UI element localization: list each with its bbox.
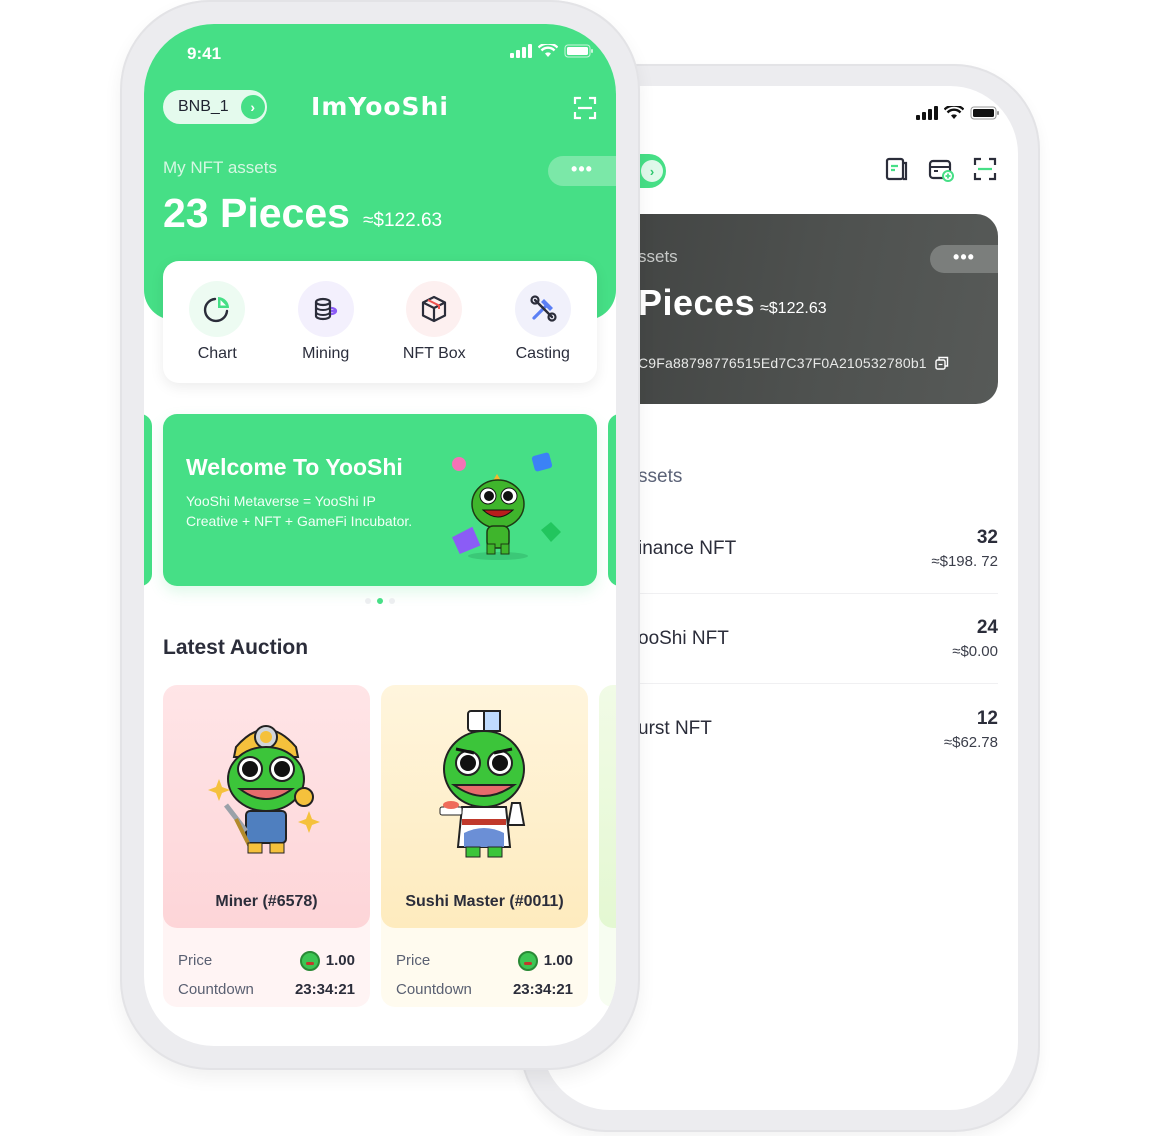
section-title: ssets xyxy=(638,466,683,487)
signal-icon xyxy=(510,44,532,58)
banner-prev-slide[interactable] xyxy=(144,414,152,586)
banner-title: Welcome To YooShi xyxy=(186,454,403,480)
asset-count: 12 xyxy=(976,707,998,729)
nft-assets-label: My NFT assets xyxy=(163,158,277,177)
chevron-right-icon: › xyxy=(641,160,663,182)
wifi-icon xyxy=(944,106,964,119)
asset-name: inance NFT xyxy=(638,537,737,559)
price-label: Price xyxy=(396,952,431,969)
wifi-icon xyxy=(538,44,558,57)
asset-name: ooShi NFT xyxy=(638,627,729,649)
carousel-dot[interactable] xyxy=(365,598,371,604)
asset-value: ≈$62.78 xyxy=(943,733,998,751)
quick-action-chart[interactable]: Chart xyxy=(172,281,262,363)
auction-item-name: Miner (#6578) xyxy=(215,893,318,910)
wallet-add-icon[interactable] xyxy=(928,156,954,182)
phone-front-frame: 9:41 BNB_1 › ImYooShi My NFT assets ••• … xyxy=(120,0,640,1070)
miner-nft-image xyxy=(208,725,320,854)
asset-value: ≈$0.00 xyxy=(952,643,998,660)
scan-icon[interactable] xyxy=(972,156,998,182)
welcome-banner[interactable]: Welcome To YooShi YooShi Metaverse = Yoo… xyxy=(163,414,597,586)
auction-list: Miner (#6578) Price 1.00 Countdown 23:34… xyxy=(163,685,616,1007)
asset-count: Pieces xyxy=(638,282,756,323)
back-toolbar xyxy=(884,156,998,182)
asset-count: 24 xyxy=(976,617,998,638)
list-item[interactable]: ooShi NFT 24 ≈$0.00 xyxy=(638,594,998,684)
more-button[interactable]: ••• xyxy=(548,156,616,186)
yooshi-coin-icon xyxy=(517,950,538,971)
auction-card-peek[interactable] xyxy=(599,685,616,1007)
carousel-dot-active[interactable] xyxy=(377,598,383,604)
wallet-address: C9Fa88798776515Ed7C37F0A210532780b1 xyxy=(638,355,949,371)
status-time: 9:41 xyxy=(187,44,222,63)
yooshi-mascot-illustration xyxy=(452,452,561,560)
quick-action-nft-box[interactable]: NFT Box xyxy=(389,281,479,363)
asset-name: urst NFT xyxy=(638,718,712,739)
quick-action-mining[interactable]: Mining xyxy=(281,281,371,363)
home-screen: 9:41 BNB_1 › ImYooShi My NFT assets ••• … xyxy=(144,24,616,1046)
box-icon xyxy=(422,295,447,323)
quick-action-label: Chart xyxy=(197,345,237,362)
asset-list: inance NFT 32 ≈$198. 72 ooShi NFT 24 ≈$0… xyxy=(638,504,998,774)
quick-action-label: Casting xyxy=(515,345,570,362)
wallet-switch-button[interactable]: › xyxy=(638,154,666,188)
countdown-label: Countdown xyxy=(178,981,254,998)
nft-count: 23 Pieces xyxy=(163,190,350,236)
battery-icon xyxy=(564,44,593,58)
asset-value: ≈$198. 72 xyxy=(931,553,998,570)
battery-icon xyxy=(970,106,999,120)
list-item[interactable]: urst NFT 12 ≈$62.78 xyxy=(638,684,998,774)
quick-action-label: Mining xyxy=(302,345,350,362)
countdown-label: Countdown xyxy=(396,981,472,998)
auction-card[interactable]: Miner (#6578) Price 1.00 Countdown 23:34… xyxy=(163,685,370,1007)
asset-usd: ≈$122.63 xyxy=(760,300,827,317)
tools-icon xyxy=(530,295,557,322)
signal-icon xyxy=(916,106,938,120)
pie-chart-icon xyxy=(204,297,230,323)
latest-auction-title: Latest Auction xyxy=(163,636,309,659)
countdown-value: 23:34:21 xyxy=(294,981,355,998)
document-icon[interactable] xyxy=(884,156,910,182)
price-value: 1.00 xyxy=(543,952,573,969)
quick-action-label: NFT Box xyxy=(402,345,466,362)
list-item[interactable]: inance NFT 32 ≈$198. 72 xyxy=(638,504,998,594)
banner-text: YooShi Metaverse = YooShi IP Creative + … xyxy=(186,493,413,529)
sushi-master-nft-image xyxy=(439,710,526,858)
auction-card[interactable]: Sushi Master (#0011) Price 1.00 Countdow… xyxy=(381,685,588,1007)
price-value: 1.00 xyxy=(325,952,355,969)
scan-icon[interactable] xyxy=(573,96,597,120)
asset-count: 32 xyxy=(976,527,998,548)
status-bar-back xyxy=(916,106,1000,120)
carousel-dots xyxy=(144,598,616,604)
countdown-value: 23:34:21 xyxy=(512,981,573,998)
yooshi-coin-icon xyxy=(299,950,320,971)
auction-item-name: Sushi Master (#0011) xyxy=(405,893,564,910)
status-bar xyxy=(510,44,594,58)
carousel-dot[interactable] xyxy=(389,598,395,604)
coins-icon xyxy=(314,297,337,321)
banner-next-slide[interactable] xyxy=(608,414,616,586)
more-button[interactable]: ••• xyxy=(930,245,998,273)
app-title: ImYooShi xyxy=(311,92,449,121)
nft-usd-value: ≈$122.63 xyxy=(363,210,443,231)
asset-label: ssets xyxy=(638,247,678,266)
quick-actions: Chart Mining NFT Box Casting xyxy=(163,261,597,383)
wallet-address-text: C9Fa88798776515Ed7C37F0A210532780b1 xyxy=(638,355,927,371)
price-label: Price xyxy=(178,952,213,969)
quick-action-casting[interactable]: Casting xyxy=(498,281,588,363)
copy-icon[interactable] xyxy=(935,356,949,370)
